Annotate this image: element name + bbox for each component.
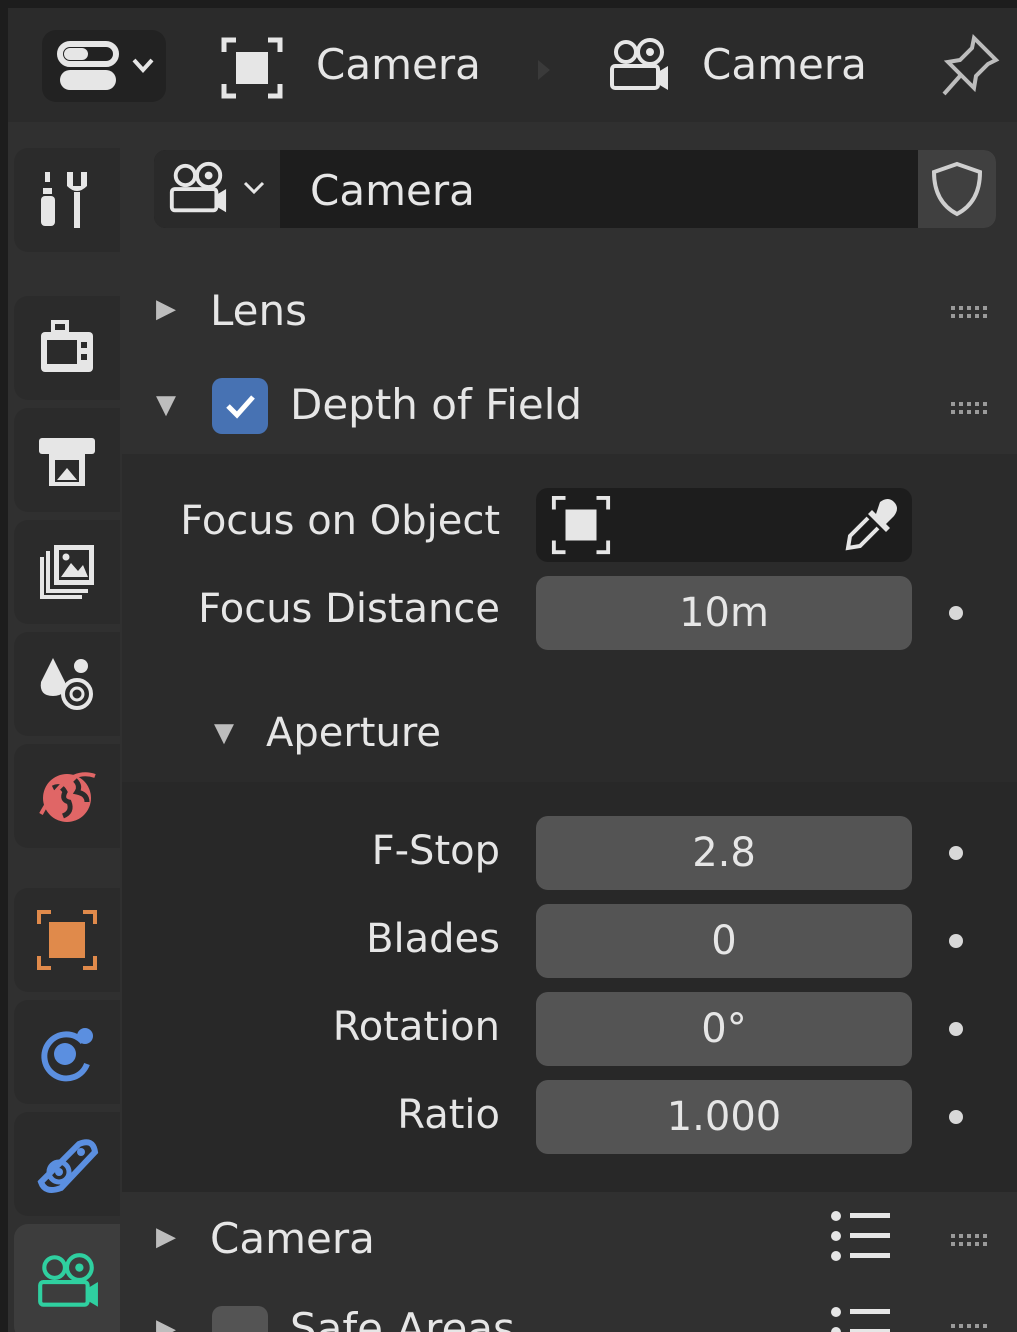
safe-areas-enable-checkbox[interactable] [212,1306,268,1332]
render-icon [41,320,93,372]
drag-handle-icon[interactable] [951,1322,991,1332]
fake-user-button[interactable] [918,150,996,228]
drag-handle-icon[interactable] [951,304,991,320]
camera-data-icon [610,38,668,90]
keyframe-dot-icon[interactable] [949,606,963,620]
rotation-label: Rotation [332,1004,500,1050]
camera-data-icon [38,1253,98,1307]
focus-object-label: Focus on Object [180,498,500,544]
focus-distance-field[interactable]: 10m [536,576,912,650]
object-icon [221,37,283,99]
tab-render[interactable] [14,296,120,400]
tool-icon [41,172,87,228]
rotation-field[interactable]: 0° [536,992,912,1066]
datablock-browse-button[interactable] [154,150,280,228]
world-icon [39,772,96,822]
ratio-label: Ratio [397,1092,500,1138]
fstop-label: F-Stop [371,828,500,874]
keyframe-dot-icon[interactable] [949,846,963,860]
shield-icon [931,161,983,217]
tab-output[interactable] [14,408,120,512]
drag-handle-icon[interactable] [951,1232,991,1248]
scene-icon [40,658,93,710]
aperture-collapse-arrow[interactable]: ▼ [214,718,234,748]
panel-title-dof[interactable]: Depth of Field [290,380,582,429]
breadcrumb-data-name: Camera [702,40,867,89]
datablock-name[interactable]: Camera [310,166,475,215]
eyedropper-icon[interactable] [842,496,900,554]
editor-type-button[interactable] [42,30,166,102]
camera-data-icon [169,161,227,213]
subpanel-title-aperture[interactable]: Aperture [266,710,441,756]
safe-areas-collapse-arrow[interactable]: ▶ [156,1314,176,1332]
focus-object-field[interactable] [536,488,912,562]
ratio-field[interactable]: 1.000 [536,1080,912,1154]
focus-distance-label: Focus Distance [198,586,500,632]
presets-list-icon[interactable] [828,1304,892,1332]
constraints-icon [37,1139,99,1193]
dof-enable-checkbox[interactable] [212,378,268,434]
dof-collapse-arrow[interactable]: ▼ [156,390,176,420]
camera-datablock-selector[interactable]: Camera [154,150,996,228]
chevron-right-icon [538,60,550,80]
blades-label: Blades [366,916,500,962]
keyframe-dot-icon[interactable] [949,1022,963,1036]
panel-title-lens[interactable]: Lens [210,286,307,335]
output-icon [39,438,95,486]
chevron-down-icon [243,181,265,195]
object-icon [551,495,611,555]
camera-panel-collapse-arrow[interactable]: ▶ [156,1222,176,1252]
editor-type-icon [57,41,154,90]
checkmark-icon [226,395,255,419]
drag-handle-icon[interactable] [951,400,991,416]
fstop-field[interactable]: 2.8 [536,816,912,890]
editor-header: Camera Camera [8,8,1017,122]
panel-title-camera[interactable]: Camera [210,1214,375,1263]
presets-list-icon[interactable] [828,1208,892,1264]
keyframe-dot-icon[interactable] [949,1110,963,1124]
panel-title-safe-areas[interactable]: Safe Areas [290,1304,515,1332]
lens-collapse-arrow[interactable]: ▶ [156,294,176,324]
tab-camera-data[interactable] [14,1224,120,1332]
tab-tool[interactable] [14,148,120,252]
breadcrumb-object-name: Camera [316,40,481,89]
pin-icon[interactable] [938,32,1002,102]
blades-field[interactable]: 0 [536,904,912,978]
tab-scene[interactable] [14,632,120,736]
properties-editor: Camera Camera Camera ▶ Lens ▼ Depth of F… [8,8,1017,1332]
keyframe-dot-icon[interactable] [949,934,963,948]
